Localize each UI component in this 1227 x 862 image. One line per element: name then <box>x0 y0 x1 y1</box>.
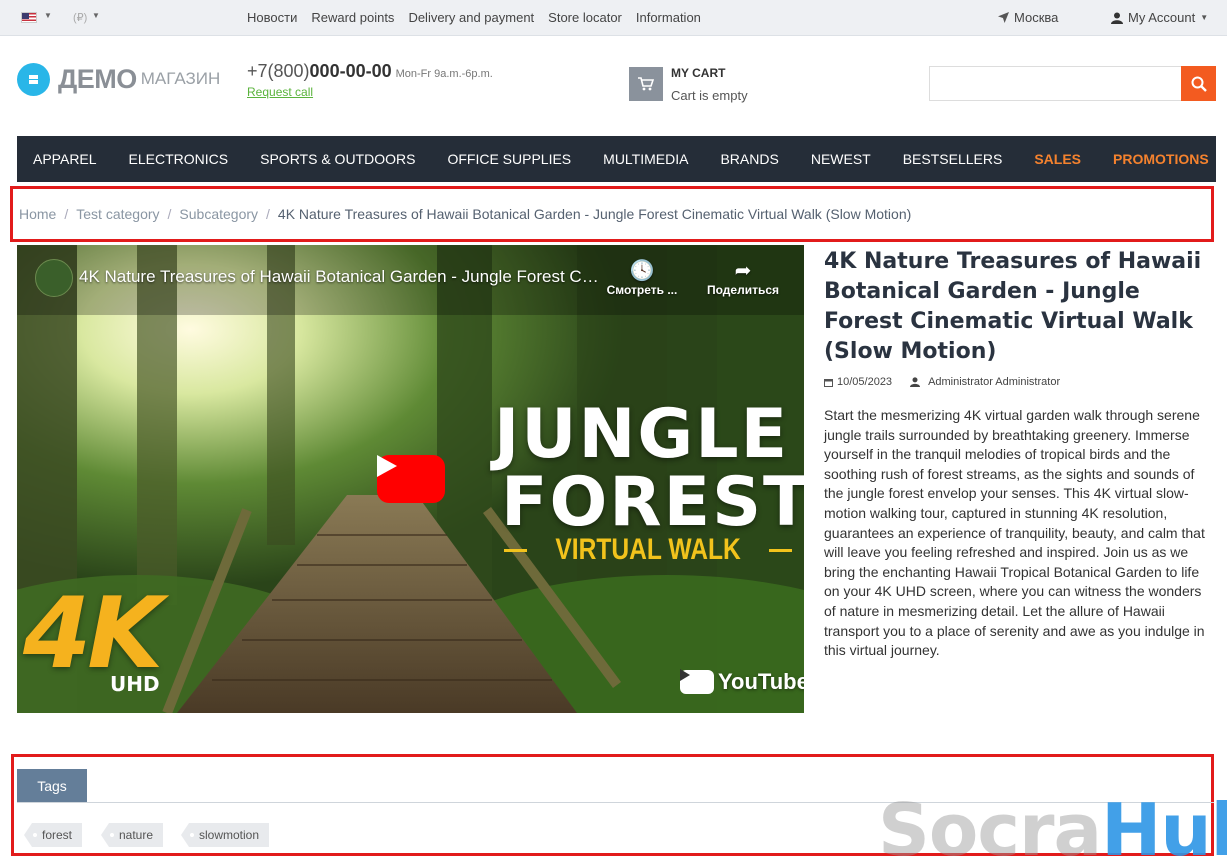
article-date: 10/05/2023 <box>837 376 893 388</box>
tag-slowmotion[interactable]: slowmotion <box>181 823 270 847</box>
phone-block: +7(800)000-00-00 Mon-Fr 9a.m.-6p.m. <box>247 61 493 82</box>
search-input[interactable] <box>929 66 1182 101</box>
play-button[interactable] <box>377 455 445 503</box>
watch-later-button[interactable]: 🕓 Смотреть ... <box>597 259 687 297</box>
tab-tags[interactable]: Tags <box>17 769 87 802</box>
menu-item-bestsellers[interactable]: BESTSELLERS <box>903 151 1003 167</box>
menu-item-sales[interactable]: SALES <box>1034 151 1081 167</box>
share-icon: ➦ <box>734 260 752 282</box>
toplink-news[interactable]: Новости <box>247 10 297 25</box>
channel-avatar[interactable] <box>35 259 73 297</box>
chevron-down-icon: ▼ <box>1200 13 1209 22</box>
cart-icon[interactable] <box>629 67 663 101</box>
divider-line <box>504 548 527 552</box>
youtube-logo[interactable]: YouTube <box>680 669 804 695</box>
share-button[interactable]: ➦ Поделиться <box>698 259 788 297</box>
logo-icon <box>17 62 50 96</box>
watermark-part-socra: Socra <box>878 788 1102 862</box>
request-call-link[interactable]: Request call <box>247 85 313 99</box>
breadcrumb-separator: / <box>64 206 69 222</box>
breadcrumb-separator: / <box>266 206 270 222</box>
article-author: Administrator Administrator <box>928 376 1061 388</box>
video-player[interactable]: 4K Nature Treasures of Hawaii Botanical … <box>17 245 804 713</box>
toplink-delivery[interactable]: Delivery and payment <box>408 10 534 25</box>
logo-word-main: ДЕМО <box>58 63 137 94</box>
menu-item-brands[interactable]: BRANDS <box>720 151 778 167</box>
account-label: My Account <box>1128 10 1196 25</box>
thumbnail-text-virtual-walk: VIRTUAL WALK <box>555 533 741 566</box>
menu-item-office-supplies[interactable]: OFFICE SUPPLIES <box>447 151 571 167</box>
search-icon <box>1191 76 1207 92</box>
working-hours: Mon-Fr 9a.m.-6p.m. <box>395 68 493 80</box>
youtube-icon <box>680 669 714 694</box>
calendar-icon <box>824 378 833 387</box>
location-arrow-icon <box>998 12 1009 23</box>
tag-nature[interactable]: nature <box>101 823 164 847</box>
menu-item-sports-outdoors[interactable]: SPORTS & OUTDOORS <box>260 151 415 167</box>
phone-number: 000-00-00 <box>309 61 392 81</box>
breadcrumb: Home / Test category / Subcategory / 4K … <box>19 206 911 222</box>
phone-prefix: +7(800) <box>247 61 310 81</box>
tag-forest[interactable]: forest <box>24 823 83 847</box>
search-button[interactable] <box>1181 66 1216 101</box>
socrahub-watermark: SocraHub <box>878 788 1227 862</box>
cart-status: Cart is empty <box>671 88 748 103</box>
top-links: Новости Reward points Delivery and payme… <box>247 10 701 25</box>
youtube-label: YouTube <box>718 669 804 694</box>
menu-item-electronics[interactable]: ELECTRONICS <box>129 151 229 167</box>
breadcrumb-subcategory[interactable]: Subcategory <box>179 206 258 222</box>
article-meta: 10/05/2023 Administrator Administrator <box>824 376 1060 388</box>
watermark-part-hub: Hub <box>1101 788 1227 862</box>
account-menu[interactable]: My Account ▼ <box>1111 10 1208 25</box>
menu-item-apparel[interactable]: APPAREL <box>33 151 97 167</box>
user-icon <box>1111 12 1123 24</box>
city-selector[interactable]: Москва <box>998 10 1058 25</box>
play-icon <box>377 455 397 477</box>
menu-item-multimedia[interactable]: MULTIMEDIA <box>603 151 688 167</box>
breadcrumb-current: 4K Nature Treasures of Hawaii Botanical … <box>277 206 912 222</box>
menu-item-newest[interactable]: NEWEST <box>811 151 871 167</box>
menu-item-promotions[interactable]: PROMOTIONS <box>1113 151 1209 167</box>
breadcrumb-home[interactable]: Home <box>19 206 56 222</box>
us-flag-icon[interactable] <box>21 12 37 23</box>
breadcrumb-test-category[interactable]: Test category <box>76 206 159 222</box>
top-bar: ▼ (₽) ▼ Новости Reward points Delivery a… <box>0 0 1227 36</box>
toplink-store-locator[interactable]: Store locator <box>548 10 622 25</box>
watch-later-label: Смотреть ... <box>606 283 678 297</box>
chevron-down-icon[interactable]: ▼ <box>92 11 100 20</box>
share-label: Поделиться <box>706 283 780 297</box>
video-title[interactable]: 4K Nature Treasures of Hawaii Botanical … <box>79 267 599 287</box>
chevron-down-icon[interactable]: ▼ <box>44 11 52 20</box>
site-logo[interactable]: ДЕМО МАГАЗИН <box>17 62 220 96</box>
toplink-reward-points[interactable]: Reward points <box>311 10 394 25</box>
breadcrumb-separator: / <box>167 206 172 222</box>
cart-title[interactable]: MY CART <box>671 66 725 80</box>
thumbnail-uhd-badge: UHD <box>110 672 160 696</box>
city-label: Москва <box>1014 10 1059 25</box>
article-title: 4K Nature Treasures of Hawaii Botanical … <box>824 249 1202 364</box>
clock-icon: 🕓 <box>629 260 655 282</box>
logo-word-sub: МАГАЗИН <box>140 69 221 88</box>
main-menu: APPAREL ELECTRONICS SPORTS & OUTDOORS OF… <box>17 136 1216 182</box>
divider-line <box>769 548 793 552</box>
user-icon <box>910 377 921 387</box>
article-body: Start the mesmerizing 4K virtual garden … <box>824 407 1205 659</box>
toplink-information[interactable]: Information <box>636 10 701 25</box>
thumbnail-text-forest: FOREST <box>501 463 804 542</box>
thumbnail-subtitle: VIRTUAL WALK <box>504 533 793 567</box>
currency-selector[interactable]: (₽) <box>73 11 87 24</box>
